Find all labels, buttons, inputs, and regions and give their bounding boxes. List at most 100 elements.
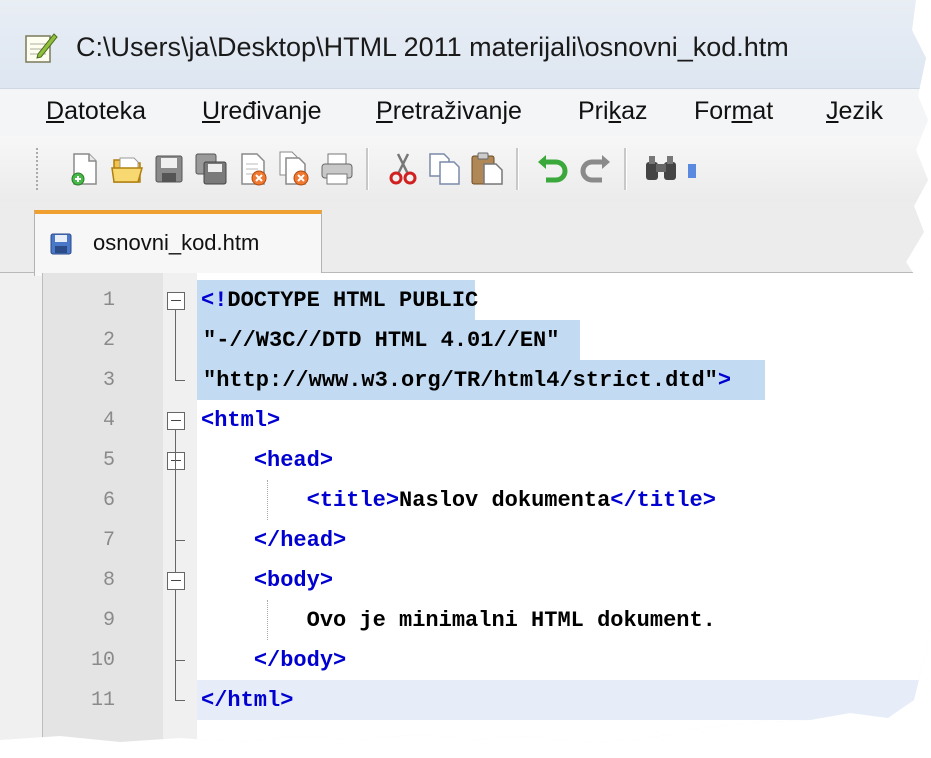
- menu-item-pretrazivanje[interactable]: Pretraživanje: [376, 97, 522, 126]
- line-number: 9: [102, 609, 115, 632]
- undo-icon[interactable]: [534, 150, 572, 188]
- code-text: <body>: [201, 568, 333, 593]
- line-number: 4: [102, 409, 115, 432]
- fold-end-tick: [175, 700, 185, 701]
- html-tag-token: </title>: [610, 488, 716, 513]
- html-tag-token: <head>: [253, 448, 334, 473]
- line-number: 11: [90, 689, 115, 712]
- fold-toggle-html-icon[interactable]: [167, 412, 185, 430]
- tab-strip: osnovni_kod.htm: [0, 202, 931, 276]
- code-line[interactable]: <body>: [197, 560, 931, 600]
- save-icon[interactable]: [150, 150, 188, 188]
- code-text: <title>Naslov dokumenta</title>: [201, 488, 716, 513]
- print-icon[interactable]: [318, 150, 356, 188]
- new-file-icon[interactable]: [66, 150, 104, 188]
- code-line[interactable]: </head>: [197, 520, 931, 560]
- toolbar: [0, 136, 931, 202]
- menu-label-part: ređivanje: [220, 97, 322, 125]
- indent-guide: [267, 480, 268, 520]
- line-number-gutter: 1 2 3 4 5 6 7 8 9 10 11: [43, 273, 163, 742]
- menu-bar: Datoteka Uređivanje Pretraživanje Prikaz For…: [0, 88, 931, 137]
- open-file-icon[interactable]: [108, 150, 146, 188]
- code-line[interactable]: <head>: [197, 440, 931, 480]
- fold-line: [175, 470, 176, 540]
- code-text: Ovo je minimalni HTML dokument.: [201, 608, 716, 633]
- html-tag-token: <html>: [201, 408, 281, 433]
- menu-accelerator-key: k: [608, 97, 622, 125]
- line-number: 3: [102, 369, 115, 392]
- fold-end-tick: [175, 540, 185, 541]
- code-line[interactable]: <title>Naslov dokumenta</title>: [197, 480, 931, 520]
- code-line[interactable]: </html>: [197, 680, 931, 720]
- window-title: C:\Users\ja\Desktop\HTML 2011 materijali…: [76, 32, 789, 62]
- code-text: </body>: [201, 648, 346, 673]
- code-line[interactable]: "-//W3C//DTD HTML 4.01//EN": [197, 320, 931, 360]
- toolbar-separator: [624, 148, 627, 190]
- code-text: "-//W3C//DTD HTML 4.01//EN": [203, 328, 559, 353]
- toolbar-grip[interactable]: [36, 148, 42, 190]
- line-number: 8: [102, 569, 115, 592]
- menu-label-part: at: [752, 97, 774, 125]
- html-tag-token: </html>: [201, 688, 294, 713]
- menu-item-format[interactable]: Format: [694, 97, 773, 126]
- menu-label-part: Pri: [578, 97, 609, 125]
- line-number: 1: [102, 289, 115, 312]
- redo-icon[interactable]: [576, 150, 614, 188]
- saved-file-icon: [50, 233, 72, 255]
- code-line[interactable]: <html>: [197, 400, 931, 440]
- fold-toggle-body-icon[interactable]: [167, 572, 185, 590]
- menu-label-part: az: [621, 97, 648, 125]
- find-icon[interactable]: [642, 150, 680, 188]
- menu-label-part: retraživanje: [392, 97, 522, 125]
- line-number: 10: [90, 649, 115, 672]
- line-number: 2: [102, 329, 115, 352]
- text-token: "-//W3C//DTD HTML 4.01//EN": [203, 328, 560, 353]
- code-line[interactable]: Ovo je minimalni HTML dokument.: [197, 600, 931, 640]
- html-tag-token: </body>: [253, 648, 347, 673]
- code-line[interactable]: <!DOCTYPE HTML PUBLIC: [197, 280, 931, 320]
- paste-icon[interactable]: [468, 150, 506, 188]
- menu-accelerator-key: P: [376, 97, 393, 125]
- code-editor[interactable]: 1 2 3 4 5 6 7 8 9 10 11 <!DOCTYPE HTML PUBLIC "-//W…: [42, 273, 931, 742]
- tab-label: osnovni_kod.htm: [93, 230, 260, 255]
- text-token: Naslov dokumenta: [399, 488, 611, 513]
- menu-item-datoteka[interactable]: Datoteka: [46, 97, 146, 126]
- code-text: </html>: [201, 688, 293, 713]
- fold-toggle-doctype-icon[interactable]: [167, 292, 185, 310]
- cut-icon[interactable]: [384, 150, 422, 188]
- menu-accelerator-key: J: [826, 97, 839, 125]
- close-all-icon[interactable]: [276, 150, 314, 188]
- menu-accelerator-key: m: [731, 97, 753, 125]
- fold-toggle-head-icon[interactable]: [167, 452, 185, 470]
- fold-end-tick: [175, 660, 185, 661]
- line-number: 6: [102, 489, 115, 512]
- close-file-icon[interactable]: [234, 150, 272, 188]
- editor-window: C:\Users\ja\Desktop\HTML 2011 materijali…: [0, 0, 931, 742]
- code-text: "http://www.w3.org/TR/html4/strict.dtd">: [203, 368, 731, 393]
- toolbar-separator: [516, 148, 519, 190]
- find-next-icon[interactable]: [684, 150, 722, 188]
- code-line[interactable]: </body>: [197, 640, 931, 680]
- toolbar-separator: [366, 148, 369, 190]
- menu-item-prikaz[interactable]: Prikaz: [578, 97, 647, 126]
- indent-guide: [267, 600, 268, 640]
- code-text: <head>: [201, 448, 333, 473]
- code-line[interactable]: "http://www.w3.org/TR/html4/strict.dtd">: [197, 360, 931, 400]
- menu-label-part: ezik: [838, 97, 883, 125]
- text-token: "http://www.w3.org/TR/html4/strict.dtd": [203, 368, 718, 393]
- menu-accelerator-key: U: [202, 97, 221, 125]
- menu-item-uredivanje[interactable]: Uređivanje: [202, 97, 322, 126]
- menu-item-jezik[interactable]: Jezik: [826, 97, 883, 126]
- html-tag-token: <title>: [306, 488, 400, 513]
- copy-icon[interactable]: [426, 150, 464, 188]
- menu-accelerator-key: D: [46, 97, 65, 125]
- fold-line: [175, 590, 176, 660]
- text-token: DOCTYPE HTML PUBLIC: [227, 288, 479, 313]
- tab-osnovni-kod[interactable]: osnovni_kod.htm: [34, 210, 322, 276]
- save-all-icon[interactable]: [192, 150, 230, 188]
- code-text: </head>: [201, 528, 346, 553]
